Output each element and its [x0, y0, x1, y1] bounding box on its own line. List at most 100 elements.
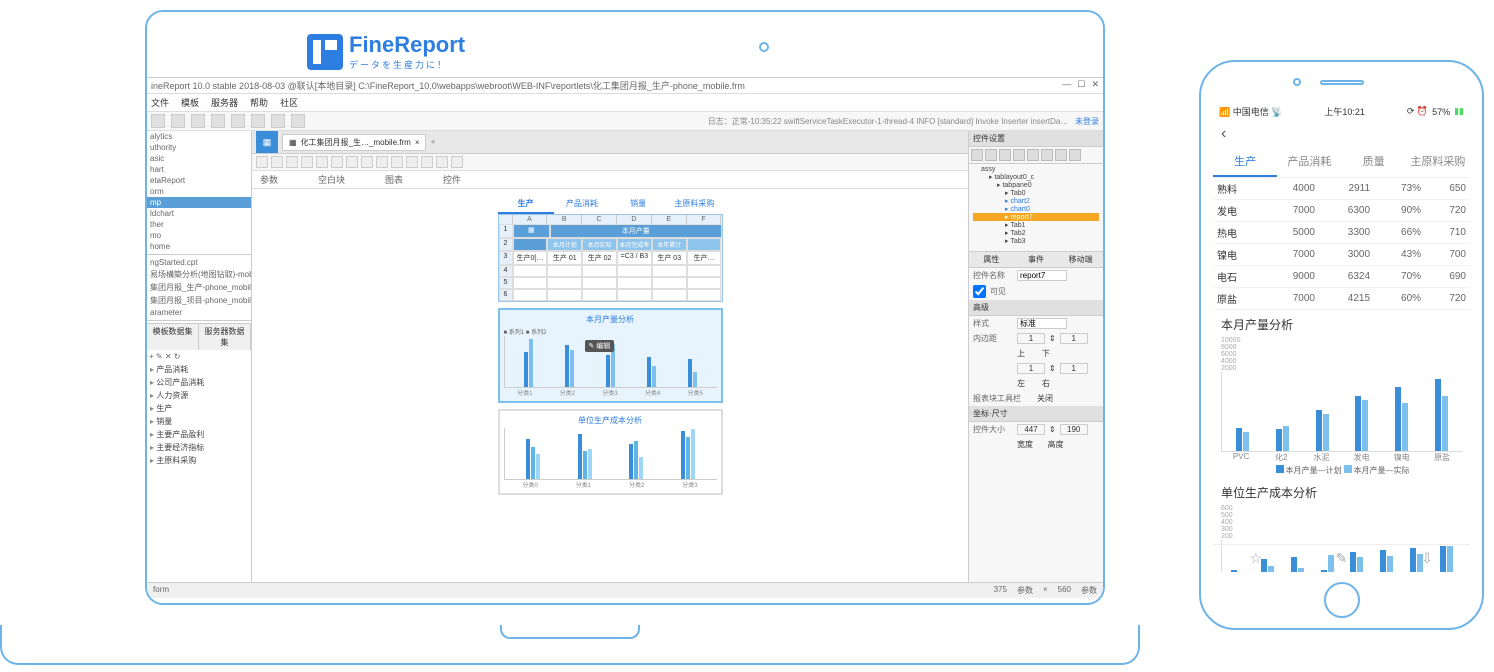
file-item[interactable]: 集团月报_生产-phone_mobile.frm — [147, 281, 251, 294]
dataset-item[interactable]: 生产 — [147, 402, 251, 415]
edit-icon[interactable]: ✎ — [1299, 545, 1385, 572]
dataset-tabs[interactable]: 模板数据集 服务器数据集 — [147, 323, 251, 350]
tb-undo-icon[interactable] — [211, 114, 225, 128]
tree-item[interactable]: orm — [147, 186, 251, 197]
phone-tab[interactable]: 生产 — [1213, 147, 1277, 177]
menu-模板[interactable]: 模板 — [181, 96, 199, 109]
file-item[interactable]: 易场構築分析(地图钻取)-mobile.fr — [147, 268, 251, 281]
download-icon[interactable]: ⇩ — [1384, 545, 1470, 572]
tree-node[interactable]: ▸ tablayout0_c — [973, 173, 1099, 181]
tree-node[interactable]: ▸ chart2 — [973, 197, 1099, 205]
preview-tab[interactable]: 主原料采购 — [666, 195, 722, 214]
tree-node[interactable]: ▸ Tab2 — [973, 229, 1099, 237]
tree-node[interactable]: ▸ tabpane0 — [973, 181, 1099, 189]
tree-item[interactable]: asic — [147, 153, 251, 164]
tb-redo-icon[interactable] — [231, 114, 245, 128]
visible-checkbox[interactable] — [973, 285, 986, 298]
dataset-item[interactable]: 人力资源 — [147, 389, 251, 402]
phone-tab[interactable]: 质量 — [1342, 147, 1406, 177]
file-item[interactable]: 集团月报_项目-phone_mobile.frm — [147, 294, 251, 307]
margin-bot-input[interactable]: 1 — [1060, 333, 1088, 344]
tree-node[interactable]: ▸ Tab1 — [973, 221, 1099, 229]
tree-node[interactable]: ▸ report7 — [973, 213, 1099, 221]
preview-tab[interactable]: 产品消耗 — [554, 195, 610, 214]
dataset-item[interactable]: 公司产品消耗 — [147, 376, 251, 389]
tree-item[interactable]: hart — [147, 164, 251, 175]
back-button[interactable]: ‹ — [1213, 121, 1470, 147]
dataset-item[interactable]: 销量 — [147, 415, 251, 428]
tb-paste-icon[interactable] — [291, 114, 305, 128]
home-button[interactable] — [1324, 582, 1360, 618]
menu-服务器[interactable]: 服务器 — [211, 96, 238, 109]
tree-node[interactable]: assy — [973, 166, 1099, 173]
tab-attr[interactable]: 属性 — [969, 252, 1014, 267]
dataset-item[interactable]: 产品消耗 — [147, 363, 251, 376]
tree-node[interactable]: ▸ chart0 — [973, 205, 1099, 213]
chart-block-2[interactable]: 单位生产成本分析 分类0分类1分类2分类3 — [498, 409, 723, 495]
tree-item[interactable]: ldchart — [147, 208, 251, 219]
tab-server-ds[interactable]: 服务器数据集 — [199, 324, 251, 350]
logo-brand: FineReport — [349, 32, 465, 58]
menu-文件[interactable]: 文件 — [151, 96, 169, 109]
palette-item[interactable]: 控件 — [443, 173, 461, 186]
width-input[interactable]: 447 — [1017, 424, 1045, 435]
form-mode-icon[interactable]: ▦ — [256, 131, 278, 153]
tb-open-icon[interactable] — [171, 114, 185, 128]
tab-event[interactable]: 事件 — [1014, 252, 1059, 267]
phone-tabs[interactable]: 生产产品消耗质量主原料采购 — [1213, 147, 1470, 178]
dataset-item[interactable]: 主要经济指标 — [147, 441, 251, 454]
window-max-icon[interactable]: ☐ — [1077, 79, 1085, 92]
file-tab-close-icon[interactable]: × — [415, 138, 420, 147]
menu-社区[interactable]: 社区 — [280, 96, 298, 109]
preview-tab[interactable]: 生产 — [498, 195, 554, 214]
tree-item[interactable]: etaReport — [147, 175, 251, 186]
palette-item[interactable]: 空白块 — [318, 173, 345, 186]
palette-item[interactable]: 图表 — [385, 173, 403, 186]
preview-tabs[interactable]: 生产产品消耗销量主原料采购 — [498, 195, 723, 214]
tab-template-ds[interactable]: 模板数据集 — [147, 324, 199, 350]
rp-cut-icon[interactable] — [971, 149, 983, 161]
tree-node[interactable]: ▸ Tab0 — [973, 189, 1099, 197]
dataset-item[interactable]: 主原料采购 — [147, 454, 251, 467]
preview-tab[interactable]: 销量 — [610, 195, 666, 214]
height-input[interactable]: 190 — [1060, 424, 1088, 435]
widget-name-input[interactable] — [1017, 270, 1067, 281]
ds-toolbar[interactable]: + ✎ ✕ ↻ — [147, 350, 251, 363]
fmt-icon[interactable] — [256, 156, 268, 168]
new-tab-icon[interactable]: + — [430, 137, 435, 147]
tb-cut-icon[interactable] — [251, 114, 265, 128]
phone-tab[interactable]: 产品消耗 — [1277, 147, 1341, 177]
style-input[interactable] — [1017, 318, 1067, 329]
tb-copy-icon[interactable] — [271, 114, 285, 128]
tree-item[interactable]: alytics — [147, 131, 251, 142]
window-close-icon[interactable]: ✕ — [1091, 79, 1099, 92]
tree-item[interactable]: mp — [147, 197, 251, 208]
tree-node[interactable]: ▸ Tab3 — [973, 237, 1099, 245]
edit-badge[interactable]: ✎ 编辑 — [585, 340, 615, 352]
tab-mobile[interactable]: 移动端 — [1058, 252, 1103, 267]
tree-item[interactable]: mo — [147, 230, 251, 241]
tree-item[interactable]: ther — [147, 219, 251, 230]
file-item[interactable]: ngStarted.cpt — [147, 257, 251, 268]
file-tab[interactable]: ▦ 化工集团月报_生…_mobile.frm × — [282, 134, 426, 151]
tree-item[interactable]: home — [147, 241, 251, 252]
window-min-icon[interactable]: — — [1062, 79, 1071, 92]
component-tree[interactable]: assy▸ tablayout0_c▸ tabpane0▸ Tab0▸ char… — [969, 164, 1103, 247]
prop-tabs[interactable]: 属性 事件 移动端 — [969, 251, 1103, 268]
tb-new-icon[interactable] — [151, 114, 165, 128]
tree-item[interactable]: uthority — [147, 142, 251, 153]
file-item[interactable]: arameter — [147, 307, 251, 318]
dataset-item[interactable]: 主要产品盈利 — [147, 428, 251, 441]
palette-item[interactable]: 参数 — [260, 173, 278, 186]
menu-帮助[interactable]: 帮助 — [250, 96, 268, 109]
chart-block-1[interactable]: 本月产量分析 ■ 系列1 ■ 系列2 分类1分类2分类3分类4分类5 ✎ 编辑 — [498, 308, 723, 403]
design-canvas[interactable]: 生产产品消耗销量主原料采购 ABCDEF 1▦本月产量 2本月计划本月实际本月完… — [252, 189, 968, 593]
login-link[interactable]: 未登录 — [1075, 117, 1099, 126]
fav-icon[interactable]: ☆ — [1213, 545, 1299, 572]
toolbar-toggle[interactable]: 关闭 — [1037, 393, 1053, 404]
phone-tab[interactable]: 主原料采购 — [1406, 147, 1470, 177]
margin-left-input[interactable]: 1 — [1017, 363, 1045, 374]
tb-save-icon[interactable] — [191, 114, 205, 128]
margin-top-input[interactable]: 1 — [1017, 333, 1045, 344]
margin-right-input[interactable]: 1 — [1060, 363, 1088, 374]
